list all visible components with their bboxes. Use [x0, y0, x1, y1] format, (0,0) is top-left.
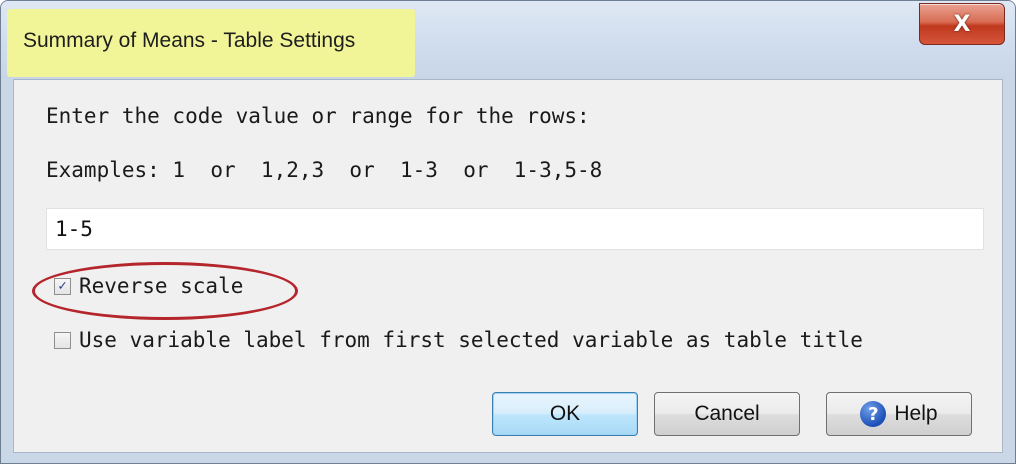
range-prompt-label: Enter the code value or range for the ro…	[46, 104, 590, 128]
cancel-button[interactable]: Cancel	[654, 392, 800, 436]
close-icon: X	[953, 11, 971, 37]
unchecked-box-icon[interactable]	[54, 331, 71, 349]
help-icon: ?	[860, 401, 887, 427]
ok-button[interactable]: OK	[492, 392, 638, 436]
use-variable-label-checkbox[interactable]: Use variable label from first selected v…	[54, 328, 863, 352]
cancel-button-label: Cancel	[694, 402, 760, 425]
reverse-scale-checkbox[interactable]: ✓ Reverse scale	[54, 274, 243, 298]
window-title: Summary of Means - Table Settings	[23, 29, 356, 52]
range-input[interactable]: 1-5	[46, 208, 984, 250]
ok-button-label: OK	[549, 402, 581, 425]
examples-label: Examples: 1 or 1,2,3 or 1-3 or 1-3,5-8	[46, 158, 603, 182]
help-button-label: Help	[894, 402, 938, 425]
check-icon[interactable]: ✓	[54, 277, 71, 295]
close-button[interactable]: X	[919, 3, 1005, 45]
title-bar: Summary of Means - Table Settings X	[1, 1, 1015, 79]
use-variable-label-label: Use variable label from first selected v…	[79, 328, 863, 352]
dialog-window: Summary of Means - Table Settings X Ente…	[0, 0, 1016, 464]
help-button[interactable]: ? Help	[826, 392, 972, 436]
dialog-body: Enter the code value or range for the ro…	[13, 79, 1003, 453]
reverse-scale-label: Reverse scale	[79, 274, 244, 298]
